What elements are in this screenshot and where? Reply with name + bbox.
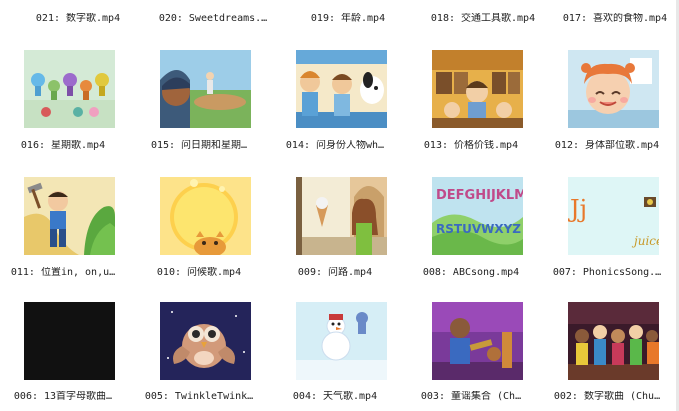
video-thumbnail: Jj juice (568, 177, 659, 255)
file-name: 007: PhonicsSong.… (552, 267, 662, 278)
juice-word: juice (631, 234, 659, 248)
file-name: 010: 问候歌.mp4 (156, 267, 242, 278)
file-name: 005: TwinkleTwink… (144, 391, 254, 402)
file-name: 015: 问日期和星期… (150, 140, 248, 151)
file-name: 014: 问身份人物wh… (285, 140, 385, 151)
abc-letters-top: DEFGHIJKLM (436, 188, 523, 203)
video-thumbnail (160, 177, 251, 255)
video-thumbnail (160, 50, 251, 128)
file-grid: 021: 数字歌.mp4 020: Sweetdreams.… 019: 年龄.… (0, 0, 679, 411)
video-thumbnail: DEFGHIJKLM RSTUVWXYZ (432, 177, 523, 255)
video-thumbnail (432, 302, 523, 380)
video-thumbnail (568, 50, 659, 128)
abc-letters-bottom: RSTUVWXYZ (436, 222, 521, 236)
video-thumbnail (24, 50, 115, 128)
file-name: 008: ABCsong.mp4 (422, 267, 520, 278)
file-name: 003: 童谣集合 (Ch… (420, 391, 522, 402)
file-name: 006: 13首字母歌曲… (13, 391, 113, 402)
video-thumbnail (296, 302, 387, 380)
file-name: 009: 问路.mp4 (297, 267, 373, 278)
video-thumbnail (296, 177, 387, 255)
file-name: 002: 数字歌曲 (Chu… (553, 391, 661, 402)
file-name: 004: 天气歌.mp4 (292, 391, 378, 402)
file-name: 012: 身体部位歌.mp4 (554, 140, 660, 151)
file-name: 011: 位置in, on,u… (10, 267, 116, 278)
file-name: 021: 数字歌.mp4 (35, 13, 121, 24)
file-name: 013: 价格价钱.mp4 (423, 140, 519, 151)
video-thumbnail (24, 302, 115, 380)
video-thumbnail (568, 302, 659, 380)
file-name: 018: 交通工具歌.mp4 (430, 13, 536, 24)
video-thumbnail (24, 177, 115, 255)
jj-letter: Jj (568, 195, 587, 223)
file-name: 016: 星期歌.mp4 (20, 140, 106, 151)
video-thumbnail (432, 50, 523, 128)
video-thumbnail (296, 50, 387, 128)
file-name: 017: 喜欢的食物.mp4 (562, 13, 668, 24)
file-name: 019: 年龄.mp4 (310, 13, 386, 24)
video-thumbnail (160, 302, 251, 380)
file-name: 020: Sweetdreams.… (158, 13, 268, 24)
